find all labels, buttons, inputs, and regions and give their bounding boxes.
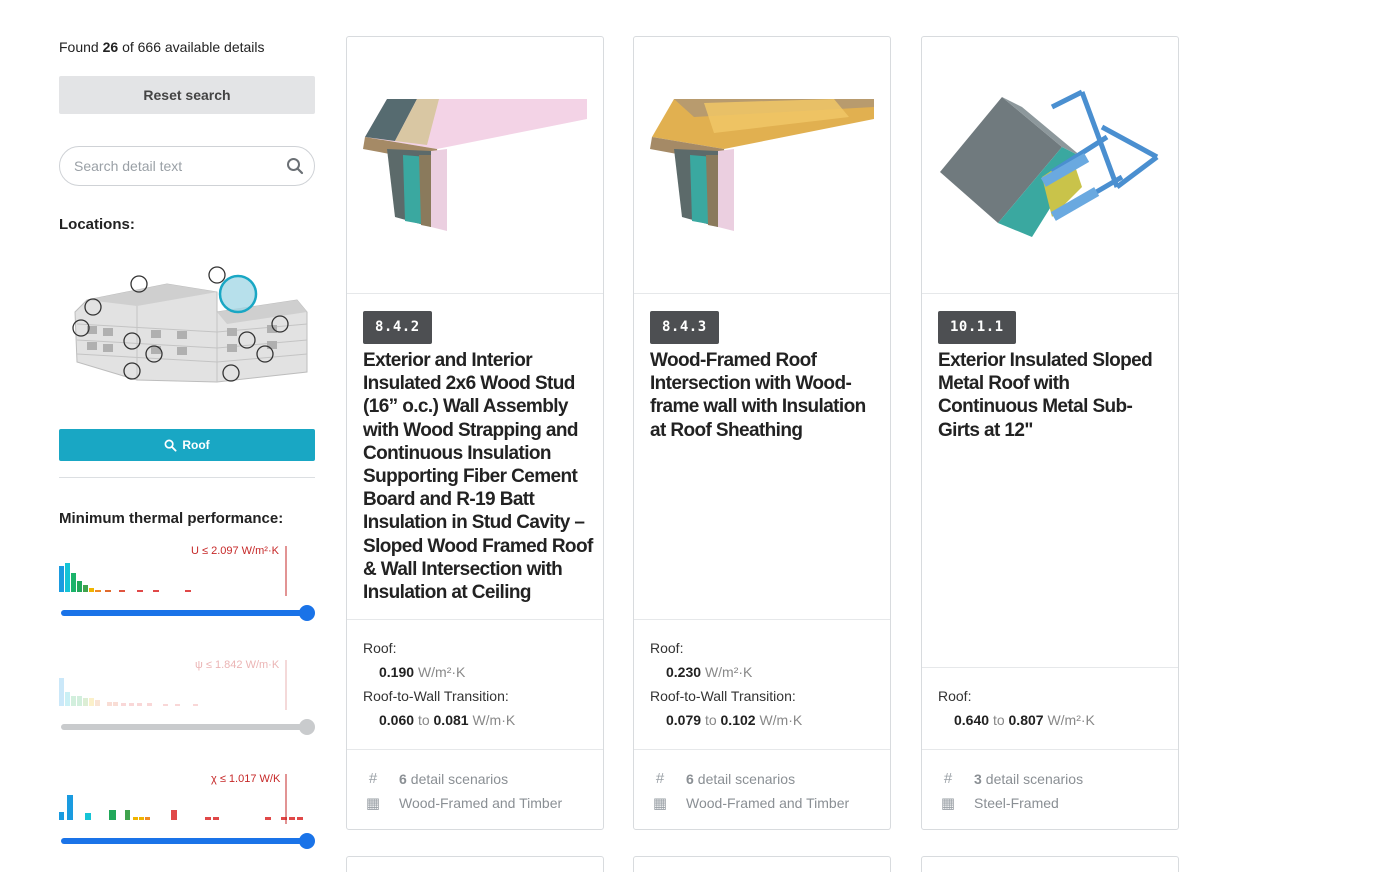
detail-meta: # 6 detail scenarios ▦ Wood-Framed and Ti… — [347, 749, 603, 829]
divider — [59, 477, 315, 478]
results-count: Found 26 of 666 available details — [59, 39, 265, 55]
grid-icon: ▦ — [940, 795, 956, 812]
category-row: ▦ Steel-Framed — [938, 794, 1059, 812]
results-number: 26 — [102, 39, 119, 55]
detail-title[interactable]: Wood-Framed Roof Intersection with Wood-… — [650, 349, 882, 442]
u-value-histogram: U ≤ 2.097 W/m²·K — [59, 540, 315, 596]
transition-label: Roof-to-Wall Transition: — [650, 688, 796, 704]
hash-icon: # — [943, 770, 953, 787]
detail-card[interactable]: 8.4.2 Exterior and Interior Insulated 2x… — [346, 36, 604, 830]
scenarios-row: # 6 detail scenarios — [650, 770, 795, 787]
transition-value: 0.079 to 0.102 W/m·K — [666, 712, 803, 728]
roof-value: 0.230 W/m²·K — [666, 664, 753, 680]
scenarios-row: # 6 detail scenarios — [363, 770, 508, 787]
slider-handle[interactable] — [299, 605, 315, 621]
location-marker[interactable] — [208, 266, 226, 284]
location-filter-button[interactable]: Roof — [59, 429, 315, 461]
roof-label: Roof: — [363, 640, 397, 656]
category-row: ▦ Wood-Framed and Timber — [650, 794, 849, 812]
location-marker-roof-selected[interactable] — [218, 274, 258, 314]
search-input[interactable] — [74, 147, 284, 185]
roof-label: Roof: — [650, 640, 684, 656]
results-prefix: Found — [59, 39, 99, 55]
detail-card[interactable] — [921, 856, 1179, 872]
thermal-values: Roof: 0.190 W/m²·K Roof-to-Wall Transiti… — [347, 619, 603, 749]
roof-value: 0.190 W/m²·K — [379, 664, 466, 680]
building-illustration — [74, 283, 308, 383]
grid-icon: ▦ — [652, 795, 668, 812]
transition-label: Roof-to-Wall Transition: — [363, 688, 509, 704]
results-suffix: of 666 available details — [122, 39, 265, 55]
detail-thumbnail — [922, 37, 1178, 294]
hash-icon: # — [368, 770, 378, 787]
detail-title[interactable]: Exterior Insulated Sloped Metal Roof wit… — [938, 349, 1170, 442]
grid-icon: ▦ — [365, 795, 381, 812]
psi-value-histogram: ψ ≤ 1.842 W/m·K — [59, 654, 315, 710]
histogram-bars — [59, 678, 198, 706]
building-location-map[interactable] — [67, 262, 315, 388]
location-filter-label: Roof — [182, 438, 210, 452]
slider-handle[interactable] — [299, 719, 315, 735]
detail-card[interactable] — [346, 856, 604, 872]
search-icon[interactable] — [286, 157, 304, 175]
detail-thumbnail — [634, 37, 890, 294]
detail-code-badge: 8.4.3 — [650, 311, 719, 344]
thermal-performance-title: Minimum thermal performance: — [59, 510, 284, 527]
transition-value: 0.060 to 0.081 W/m·K — [379, 712, 516, 728]
psi-limit-label: ψ ≤ 1.842 W/m·K — [195, 659, 280, 671]
category-row: ▦ Wood-Framed and Timber — [363, 794, 562, 812]
psi-value-slider[interactable] — [59, 719, 315, 735]
roof-label: Roof: — [938, 688, 972, 704]
histogram-bars — [59, 563, 191, 592]
locations-title: Locations: — [59, 216, 135, 233]
detail-meta: # 6 detail scenarios ▦ Wood-Framed and Ti… — [634, 749, 890, 829]
chi-value-histogram: χ ≤ 1.017 W/K — [59, 768, 315, 824]
detail-card[interactable]: 10.1.1 Exterior Insulated Sloped Metal R… — [921, 36, 1179, 830]
detail-code-badge: 8.4.2 — [363, 311, 432, 344]
slider-track — [61, 724, 313, 730]
slider-track — [61, 610, 313, 616]
u-value-slider[interactable] — [59, 605, 315, 621]
search-box — [59, 146, 315, 186]
detail-card[interactable]: 8.4.3 Wood-Framed Roof Intersection with… — [633, 36, 891, 830]
hash-icon: # — [655, 770, 665, 787]
detail-meta: # 3 detail scenarios ▦ Steel-Framed — [922, 749, 1178, 829]
search-icon — [164, 439, 177, 452]
detail-code-badge: 10.1.1 — [938, 311, 1016, 344]
slider-handle[interactable] — [299, 833, 315, 849]
detail-title[interactable]: Exterior and Interior Insulated 2x6 Wood… — [363, 349, 595, 604]
detail-card[interactable] — [633, 856, 891, 872]
roof-value: 0.640 to 0.807 W/m²·K — [954, 712, 1095, 728]
histogram-bars — [59, 795, 303, 820]
thermal-values: Roof: 0.640 to 0.807 W/m²·K — [922, 667, 1178, 749]
chi-limit-label: χ ≤ 1.017 W/K — [211, 773, 281, 785]
u-limit-label: U ≤ 2.097 W/m²·K — [191, 545, 279, 557]
slider-track — [61, 838, 313, 844]
detail-thumbnail — [347, 37, 603, 294]
scenarios-row: # 3 detail scenarios — [938, 770, 1083, 787]
thermal-values: Roof: 0.230 W/m²·K Roof-to-Wall Transiti… — [634, 619, 890, 749]
chi-value-slider[interactable] — [59, 833, 315, 849]
reset-search-button[interactable]: Reset search — [59, 76, 315, 114]
